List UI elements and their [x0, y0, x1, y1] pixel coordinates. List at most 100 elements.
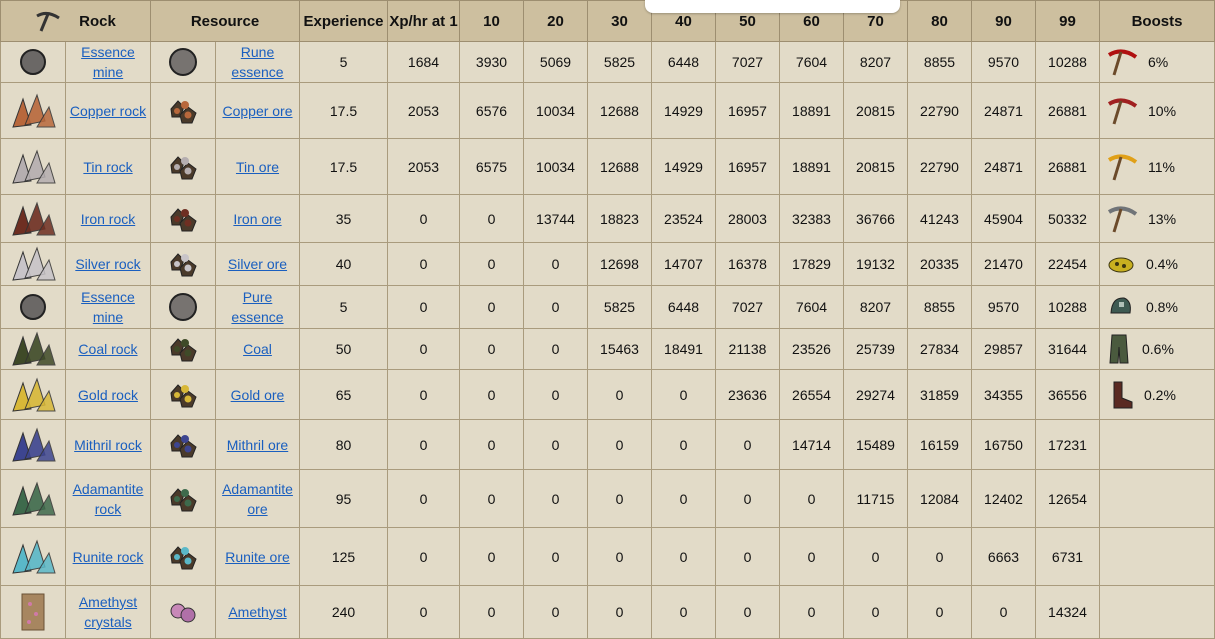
iron-rock-icon: [12, 200, 56, 236]
rock-link[interactable]: Runite rock: [73, 549, 144, 565]
level-xp-cell: 7027: [715, 285, 780, 329]
boost-cell: [1099, 527, 1215, 586]
level-xp-cell: 32383: [779, 194, 844, 243]
level-xp-cell: 23524: [651, 194, 716, 243]
level-xp-cell: 0: [459, 285, 524, 329]
resource-name-cell: Iron ore: [215, 194, 300, 243]
level-xp-cell: 18891: [779, 82, 844, 139]
resource-name-cell: Mithril ore: [215, 419, 300, 470]
xphr-cell: 2053: [387, 82, 460, 139]
level-xp-cell: 11715: [843, 469, 908, 528]
rock-link[interactable]: Adamantite rock: [73, 481, 144, 517]
boost-value: 0.4%: [1146, 256, 1178, 272]
pickaxe-icon: [36, 11, 60, 32]
rock-link[interactable]: Gold rock: [78, 387, 138, 403]
level-xp-cell: 6575: [459, 138, 524, 195]
resource-link[interactable]: Runite ore: [225, 549, 290, 565]
level-xp-cell: 0: [715, 419, 780, 470]
resource-link[interactable]: Tin ore: [236, 159, 279, 175]
rock-link[interactable]: Tin rock: [83, 159, 132, 175]
level-header: 20: [523, 0, 588, 42]
level-xp-cell: 28003: [715, 194, 780, 243]
rock-link[interactable]: Mithril rock: [74, 437, 142, 453]
level-xp-cell: 10288: [1035, 285, 1100, 329]
table-row: Coal rock Coal 50 0 0 0 15463 18491 21138 23526 2…: [0, 328, 1215, 370]
resource-link[interactable]: Copper ore: [222, 103, 292, 119]
resource-link[interactable]: Adamantite ore: [222, 481, 293, 517]
level-xp-cell: 0: [459, 369, 524, 420]
rock-name-cell: Iron rock: [65, 194, 151, 243]
runite-rock-icon: [12, 538, 56, 574]
resource-name-cell: Silver ore: [215, 242, 300, 286]
rock-link[interactable]: Essence mine: [81, 289, 135, 325]
rock-name-cell: Adamantite rock: [65, 469, 151, 528]
level-xp-cell: 0: [459, 585, 524, 639]
experience-cell: 17.5: [299, 82, 388, 139]
rock-link[interactable]: Coal rock: [78, 341, 137, 357]
resource-link[interactable]: Gold ore: [231, 387, 285, 403]
level-xp-cell: 14929: [651, 82, 716, 139]
rock-link[interactable]: Iron rock: [81, 211, 135, 227]
rock-name-cell: Coal rock: [65, 328, 151, 370]
level-xp-cell: 45904: [971, 194, 1036, 243]
resource-link[interactable]: Coal: [243, 341, 272, 357]
level-xp-cell: 0: [715, 585, 780, 639]
resource-link[interactable]: Mithril ore: [227, 437, 288, 453]
level-xp-cell: 0: [779, 469, 844, 528]
rock-link[interactable]: Silver rock: [75, 256, 140, 272]
experience-cell: 50: [299, 328, 388, 370]
essence-mine-icon: [20, 49, 46, 75]
level-xp-cell: 31644: [1035, 328, 1100, 370]
xphr-cell: 0: [387, 369, 460, 420]
resource-image-cell: [150, 369, 216, 420]
xphr-cell: 1684: [387, 41, 460, 83]
level-xp-cell: 5825: [587, 41, 652, 83]
rock-image-cell: [0, 41, 66, 83]
level-xp-cell: 13744: [523, 194, 588, 243]
level-xp-cell: 29274: [843, 369, 908, 420]
table-row: Iron rock Iron ore 35 0 0 13744 18823 23524 280…: [0, 194, 1215, 243]
experience-cell: 95: [299, 469, 388, 528]
level-xp-cell: 5069: [523, 41, 588, 83]
boost-cell: [1099, 585, 1215, 639]
rock-link[interactable]: Amethyst crystals: [79, 594, 137, 630]
level-xp-cell: 25739: [843, 328, 908, 370]
level-xp-cell: 6731: [1035, 527, 1100, 586]
level-xp-cell: 16750: [971, 419, 1036, 470]
resource-link[interactable]: Iron ore: [233, 211, 281, 227]
resource-name-cell: Tin ore: [215, 138, 300, 195]
boost-value: 11%: [1148, 158, 1175, 175]
iron-ore-icon: [170, 207, 197, 231]
rock-link[interactable]: Copper rock: [70, 103, 146, 119]
resource-link[interactable]: Silver ore: [228, 256, 287, 272]
resource-link[interactable]: Amethyst: [228, 604, 286, 620]
level-xp-cell: 5825: [587, 285, 652, 329]
rock-link[interactable]: Essence mine: [81, 44, 135, 80]
level-xp-cell: 0: [907, 527, 972, 586]
level-xp-cell: 24871: [971, 138, 1036, 195]
level-xp-cell: 36766: [843, 194, 908, 243]
level-xp-cell: 6663: [971, 527, 1036, 586]
resource-link[interactable]: Rune essence: [231, 44, 283, 80]
table-row: Mithril rock Mithril ore 80 0 0 0 0 0 0 14714 154…: [0, 419, 1215, 470]
level-xp-cell: 0: [843, 527, 908, 586]
level-xp-cell: 8207: [843, 41, 908, 83]
resource-link[interactable]: Pure essence: [231, 289, 283, 325]
level-xp-cell: 0: [459, 194, 524, 243]
level-xp-cell: 12654: [1035, 469, 1100, 528]
boost-cell: 6%: [1099, 41, 1215, 83]
resource-name-cell: Runite ore: [215, 527, 300, 586]
level-xp-cell: 10288: [1035, 41, 1100, 83]
rock-image-cell: [0, 369, 66, 420]
level-xp-cell: 18823: [587, 194, 652, 243]
level-xp-cell: 0: [651, 527, 716, 586]
resource-image-cell: [150, 419, 216, 470]
level-xp-cell: 6448: [651, 41, 716, 83]
table-row: Gold rock Gold ore 65 0 0 0 0 0 23636 26554 29274…: [0, 369, 1215, 420]
table-row: Essence mine Rune essence 5 1684 3930 5069 582…: [0, 41, 1215, 83]
level-xp-cell: 7604: [779, 285, 844, 329]
table-row: Copper rock Copper ore 17.5 2053 6576 10034 1…: [0, 82, 1215, 139]
rock-name-cell: Essence mine: [65, 285, 151, 329]
level-xp-cell: 0: [459, 242, 524, 286]
experience-cell: 35: [299, 194, 388, 243]
